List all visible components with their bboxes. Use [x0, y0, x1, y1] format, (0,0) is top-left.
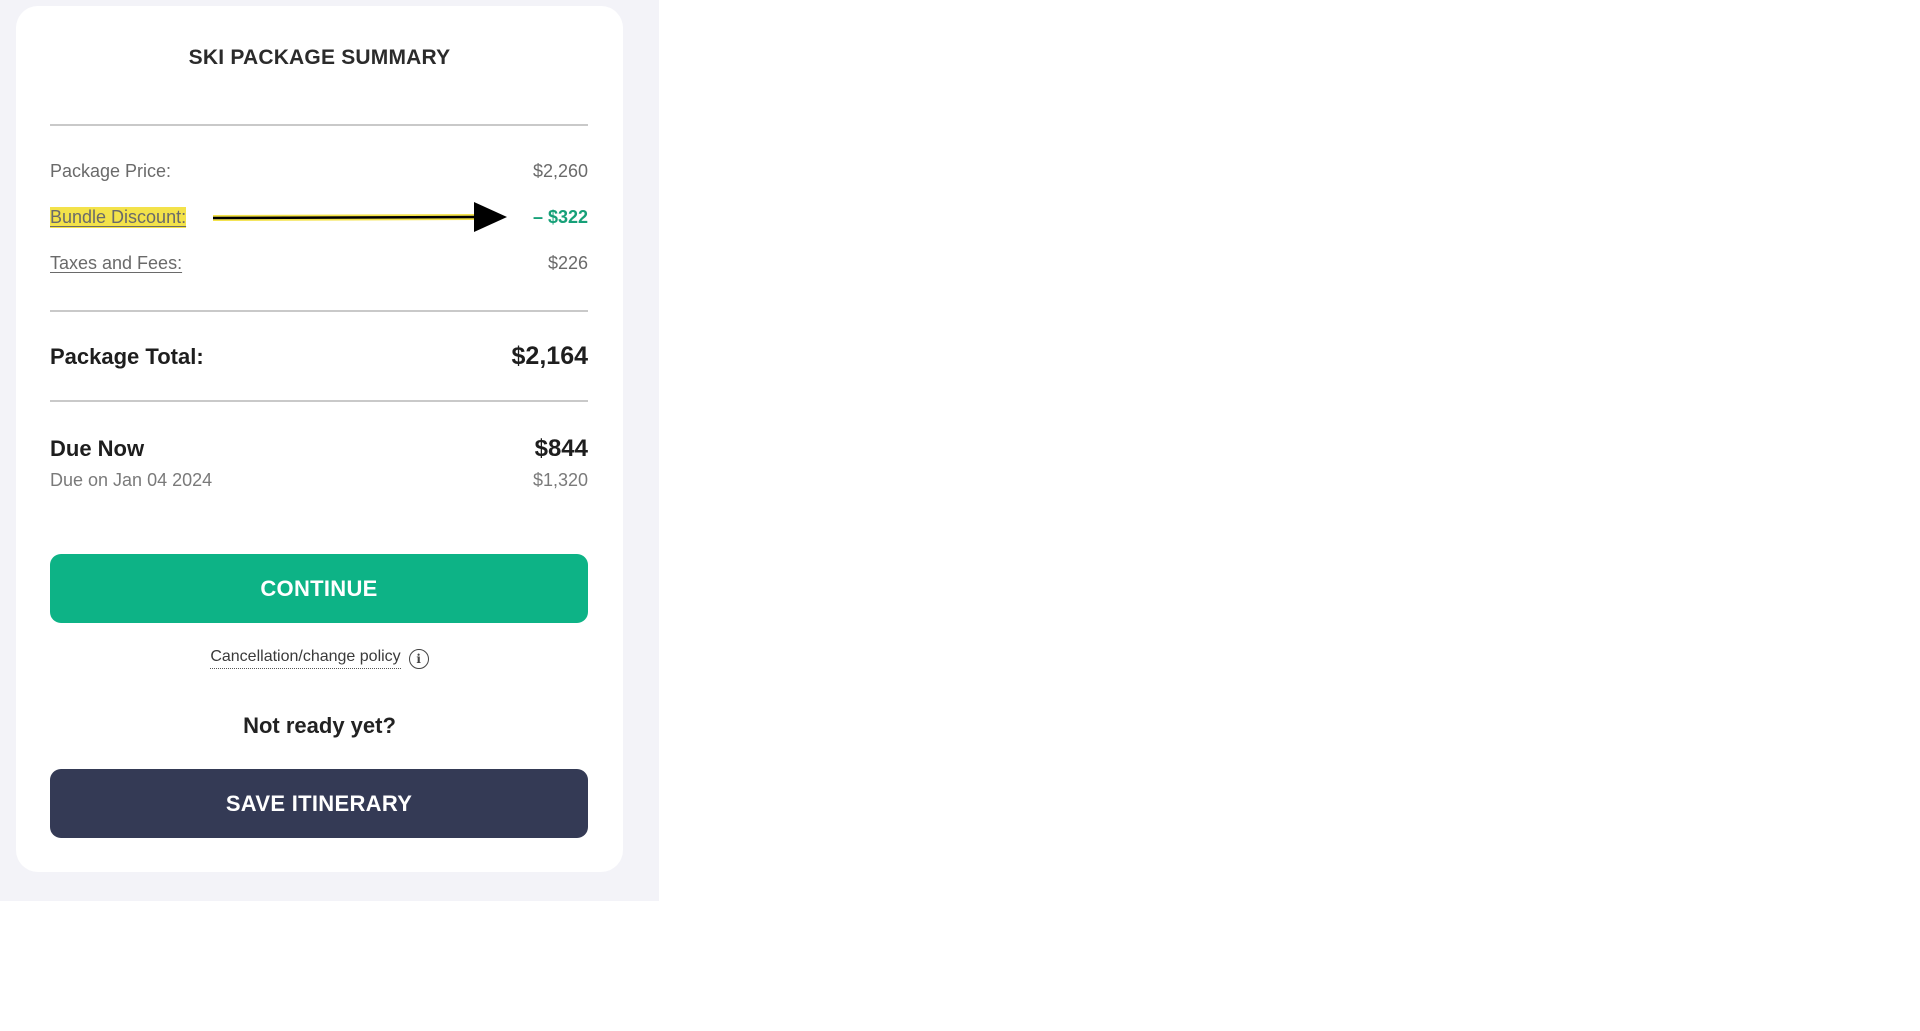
bundle-discount-link[interactable]: Bundle Discount:: [50, 207, 187, 228]
divider: [50, 400, 588, 402]
policy-row: Cancellation/change policy i: [16, 648, 623, 669]
summary-title: SKI PACKAGE SUMMARY: [188, 46, 451, 69]
divider: [50, 124, 588, 126]
package-total-row: Package Total: $2,164: [50, 342, 588, 371]
continue-button[interactable]: CONTINUE: [50, 554, 588, 623]
taxes-row: Taxes and Fees: $226: [50, 253, 588, 274]
due-later-label: Due on Jan 04 2024: [50, 470, 213, 490]
taxes-value: $226: [547, 253, 588, 273]
due-later-row: Due on Jan 04 2024 $1,320: [50, 470, 588, 491]
package-price-value: $2,260: [532, 161, 588, 181]
not-ready-text: Not ready yet?: [243, 713, 396, 738]
bundle-discount-value: – $322: [532, 207, 588, 227]
package-price-label: Package Price:: [50, 161, 172, 181]
bundle-discount-row: Bundle Discount: – $322: [50, 207, 588, 228]
taxes-and-fees-link[interactable]: Taxes and Fees:: [50, 253, 182, 274]
package-total-label: Package Total:: [50, 343, 204, 369]
due-now-row: Due Now $844: [50, 435, 588, 463]
page-background: SKI PACKAGE SUMMARY Package Price: $2,26…: [0, 0, 659, 901]
divider: [50, 310, 588, 312]
save-itinerary-button[interactable]: SAVE ITINERARY: [50, 769, 588, 838]
package-price-row: Package Price: $2,260: [50, 161, 588, 182]
package-total-value: $2,164: [511, 342, 588, 370]
ski-package-summary-card: SKI PACKAGE SUMMARY Package Price: $2,26…: [16, 6, 623, 872]
due-later-value: $1,320: [532, 470, 588, 490]
due-now-value: $844: [534, 435, 588, 462]
due-now-label: Due Now: [50, 436, 145, 461]
cancellation-policy-link[interactable]: Cancellation/change policy: [210, 648, 401, 669]
info-icon[interactable]: i: [408, 648, 429, 669]
